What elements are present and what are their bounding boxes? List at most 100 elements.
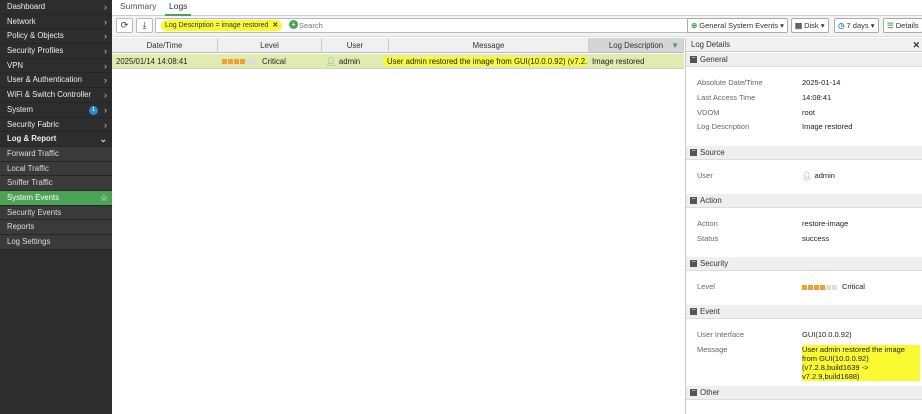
disk-dropdown[interactable]: ▤ Disk ▾ bbox=[791, 18, 829, 33]
level-segment bbox=[228, 59, 233, 65]
filter-icon[interactable]: ▼ bbox=[671, 38, 679, 53]
star-icon[interactable]: ☆ bbox=[100, 191, 108, 206]
refresh-button[interactable]: ⟳ bbox=[116, 18, 133, 33]
disk-label: Disk ▾ bbox=[804, 21, 825, 30]
sidebar-item-reports[interactable]: Reports bbox=[0, 220, 112, 235]
time-range-label: 7 days ▾ bbox=[846, 21, 875, 30]
level-indicator bbox=[802, 283, 838, 292]
sidebar-item-policy-objects[interactable]: Policy & Objects › bbox=[0, 29, 112, 45]
level-label: Critical bbox=[262, 57, 286, 66]
chevron-right-icon: › bbox=[104, 60, 107, 71]
field-value: root bbox=[802, 108, 815, 117]
section-source[interactable]: − Source bbox=[686, 146, 922, 160]
collapse-icon[interactable]: − bbox=[690, 55, 697, 63]
sidebar-item-security-fabric[interactable]: Security Fabric › bbox=[0, 117, 112, 133]
list-icon: ☰ bbox=[887, 21, 894, 30]
sidebar-item-label: Local Traffic bbox=[7, 163, 49, 173]
cell-log-description: Image restored bbox=[592, 57, 645, 66]
sidebar-item-log-settings[interactable]: Log Settings bbox=[0, 235, 112, 250]
section-security[interactable]: − Security bbox=[686, 257, 922, 271]
level-segment bbox=[814, 284, 819, 290]
field-value: success bbox=[802, 234, 830, 243]
tab-summary[interactable]: Summary bbox=[116, 0, 160, 16]
sidebar-item-network[interactable]: Network › bbox=[0, 14, 112, 30]
cell-user: 👤︎ admin bbox=[326, 54, 388, 69]
sidebar-item-label: Reports bbox=[7, 222, 35, 232]
section-title: Source bbox=[700, 148, 725, 157]
search-box: Log Description = image restored✕ + ⌕ bbox=[155, 18, 695, 33]
sidebar: Dashboard › Network › Policy & Objects › Se… bbox=[0, 0, 112, 414]
clock-icon: ◷ bbox=[838, 21, 845, 30]
level-segment bbox=[826, 284, 831, 290]
column-header-level[interactable]: Level bbox=[218, 38, 322, 53]
collapse-icon[interactable]: − bbox=[690, 307, 697, 315]
section-action[interactable]: − Action bbox=[686, 194, 922, 208]
section-event[interactable]: − Event bbox=[686, 305, 922, 319]
sidebar-item-dashboard[interactable]: Dashboard › bbox=[0, 0, 112, 15]
user-label: admin bbox=[338, 57, 361, 66]
collapse-icon[interactable]: − bbox=[690, 388, 697, 396]
field-value: 👤︎ admin bbox=[802, 171, 920, 180]
sidebar-item-user-authentication[interactable]: User & Authentication › bbox=[0, 73, 112, 89]
download-button[interactable]: ⤓ bbox=[136, 18, 153, 33]
level-segment bbox=[240, 59, 245, 65]
level-segment bbox=[252, 59, 257, 65]
level-segment bbox=[802, 284, 807, 290]
chevron-right-icon: › bbox=[104, 119, 107, 130]
sidebar-item-log-report[interactable]: Log & Report ⌄ bbox=[0, 132, 112, 147]
tab-logs[interactable]: Logs bbox=[165, 0, 192, 16]
filter-chip[interactable]: Log Description = image restored ✕ bbox=[161, 20, 283, 31]
sidebar-item-system-events[interactable]: System Events ☆ bbox=[0, 190, 112, 206]
user-icon: 👤︎ bbox=[326, 57, 336, 66]
section-title: Event bbox=[700, 307, 720, 316]
column-header-log-description[interactable]: Log Description ▼ bbox=[589, 38, 684, 53]
field-label: Absolute Date/Time bbox=[697, 78, 763, 87]
close-icon[interactable]: ✕ bbox=[272, 22, 278, 29]
level-segment bbox=[246, 59, 251, 65]
sidebar-item-security-profiles[interactable]: Security Profiles › bbox=[0, 44, 112, 59]
table-row[interactable]: 2025/01/14 14:08:41 Critical 👤︎ admin Use… bbox=[112, 54, 684, 69]
details-label: Details bbox=[895, 21, 919, 30]
field-label: Log Description bbox=[697, 122, 750, 131]
user-value: admin bbox=[814, 171, 835, 180]
details-toggle-button[interactable]: ☰ Details bbox=[883, 18, 922, 33]
section-other[interactable]: − Other bbox=[686, 386, 922, 400]
field-label: Message bbox=[697, 345, 728, 354]
sidebar-item-local-traffic[interactable]: Local Traffic bbox=[0, 161, 112, 177]
log-table: Date/Time Level User Message Log Descrip… bbox=[112, 38, 684, 414]
sidebar-item-vpn[interactable]: VPN › bbox=[0, 58, 112, 74]
chevron-right-icon: › bbox=[104, 31, 107, 42]
sidebar-item-wifi-switch[interactable]: WiFi & Switch Controller › bbox=[0, 88, 112, 103]
sidebar-item-label: Dashboard bbox=[7, 2, 46, 11]
field-label: Last Access Time bbox=[697, 93, 756, 102]
level-value: Critical bbox=[842, 282, 865, 291]
field-value: 14:08:41 bbox=[802, 93, 832, 102]
sidebar-item-security-events[interactable]: Security Events bbox=[0, 205, 112, 221]
level-segment bbox=[832, 284, 837, 290]
column-header-datetime[interactable]: Date/Time bbox=[112, 38, 218, 53]
section-general[interactable]: − General bbox=[686, 53, 922, 67]
collapse-icon[interactable]: − bbox=[690, 259, 697, 267]
sidebar-item-system[interactable]: System 1 › bbox=[0, 102, 112, 118]
search-input[interactable] bbox=[299, 20, 669, 31]
collapse-icon[interactable]: − bbox=[690, 196, 697, 204]
message-text: User admin restored the image from GUI(1… bbox=[384, 57, 587, 66]
column-header-user[interactable]: User bbox=[322, 38, 389, 53]
sidebar-item-label: Security Profiles bbox=[7, 46, 64, 56]
cell-message: User admin restored the image from GUI(1… bbox=[384, 54, 587, 69]
sidebar-item-sniffer-traffic[interactable]: Sniffer Traffic bbox=[0, 176, 112, 191]
add-filter-icon[interactable]: + bbox=[289, 20, 298, 29]
disk-icon: ▤ bbox=[795, 21, 803, 30]
collapse-icon[interactable]: − bbox=[690, 148, 697, 156]
sidebar-item-forward-traffic[interactable]: Forward Traffic bbox=[0, 146, 112, 162]
sidebar-item-label: Policy & Objects bbox=[7, 31, 64, 41]
log-source-dropdown[interactable]: ⊕ General System Events ▾ bbox=[687, 18, 788, 33]
column-header-message[interactable]: Message bbox=[389, 38, 589, 53]
sidebar-item-label: WiFi & Switch Controller bbox=[7, 90, 92, 100]
close-icon[interactable]: ✕ bbox=[912, 38, 920, 52]
field-label: VDOM bbox=[697, 108, 720, 117]
refresh-icon: ⟳ bbox=[120, 20, 129, 30]
time-range-dropdown[interactable]: ◷ 7 days ▾ bbox=[834, 18, 879, 33]
toolbar: ⟳ ⤓ Log Description = image restored ✕ + … bbox=[112, 16, 922, 37]
field-label: Status bbox=[697, 234, 719, 243]
